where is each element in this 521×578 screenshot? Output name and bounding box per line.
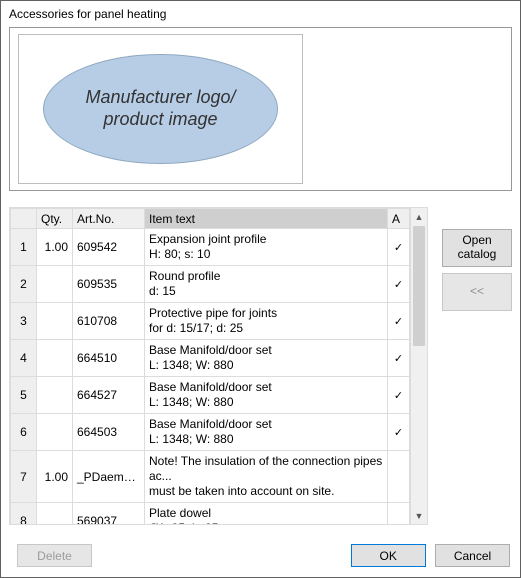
grid-header-row: Qty. Art.No. Item text A	[11, 209, 410, 229]
cell-qty[interactable]	[37, 377, 73, 414]
cell-rownum[interactable]: 3	[11, 303, 37, 340]
cell-rownum[interactable]: 4	[11, 340, 37, 377]
image-placeholder: Manufacturer logo/ product image	[43, 54, 278, 164]
cell-itemtext[interactable]: Expansion joint profileH: 80; s: 10	[145, 229, 388, 266]
cell-qty[interactable]: 1.00	[37, 451, 73, 503]
cell-rownum[interactable]: 2	[11, 266, 37, 303]
delete-button: Delete	[17, 544, 92, 567]
cell-artno[interactable]: 609542	[73, 229, 145, 266]
dialog-body: Manufacturer logo/ product image	[1, 27, 520, 533]
cell-a[interactable]: ✓	[388, 340, 410, 377]
dialog-footer: Delete OK Cancel	[1, 533, 520, 577]
grid-scrollbar[interactable]: ▲ ▼	[410, 208, 427, 524]
cell-a[interactable]: ✓	[388, 229, 410, 266]
scroll-up-icon[interactable]: ▲	[411, 208, 427, 225]
dialog-window: Accessories for panel heating Manufactur…	[0, 0, 521, 578]
cell-a[interactable]	[388, 451, 410, 503]
cell-itemtext[interactable]: Base Manifold/door setL: 1348; W: 880	[145, 377, 388, 414]
cell-qty[interactable]: 1.00	[37, 229, 73, 266]
ok-button[interactable]: OK	[351, 544, 426, 567]
footer-left: Delete	[11, 544, 92, 567]
cell-a[interactable]: ✓	[388, 303, 410, 340]
col-header-rownum[interactable]	[11, 209, 37, 229]
col-header-a[interactable]: A	[388, 209, 410, 229]
col-header-artno[interactable]: Art.No.	[73, 209, 145, 229]
accessories-grid[interactable]: Qty. Art.No. Item text A 11.00609542Expa…	[9, 207, 428, 525]
table-row[interactable]: 11.00609542Expansion joint profileH: 80;…	[11, 229, 410, 266]
cell-artno[interactable]: 609535	[73, 266, 145, 303]
cell-itemtext[interactable]: Note! The insulation of the connection p…	[145, 451, 388, 503]
col-header-qty[interactable]: Qty.	[37, 209, 73, 229]
cell-qty[interactable]	[37, 303, 73, 340]
side-buttons: Open catalog <<	[442, 207, 512, 525]
grid-viewport: Qty. Art.No. Item text A 11.00609542Expa…	[10, 208, 410, 524]
image-placeholder-line2: product image	[103, 109, 217, 131]
cell-itemtext[interactable]: Plate dowelØ1: 35; L: 25	[145, 503, 388, 525]
cell-a[interactable]: ✓	[388, 266, 410, 303]
image-placeholder-line1: Manufacturer logo/	[85, 87, 235, 109]
back-button: <<	[442, 273, 512, 311]
footer-right: OK Cancel	[345, 544, 510, 567]
table-row[interactable]: 71.00_PDaemAnb...Note! The insulation of…	[11, 451, 410, 503]
cell-a[interactable]: ✓	[388, 414, 410, 451]
cell-artno[interactable]: 610708	[73, 303, 145, 340]
cell-artno[interactable]: 569037	[73, 503, 145, 525]
mid-area: Qty. Art.No. Item text A 11.00609542Expa…	[9, 207, 512, 525]
cell-artno[interactable]: 664527	[73, 377, 145, 414]
cell-rownum[interactable]: 1	[11, 229, 37, 266]
cell-qty[interactable]	[37, 414, 73, 451]
cell-itemtext[interactable]: Base Manifold/door setL: 1348; W: 880	[145, 414, 388, 451]
table-row[interactable]: 4 664510Base Manifold/door setL: 1348; W:…	[11, 340, 410, 377]
cell-a[interactable]: ✓	[388, 377, 410, 414]
image-frame: Manufacturer logo/ product image	[18, 34, 303, 184]
cell-artno[interactable]: 664503	[73, 414, 145, 451]
cancel-button[interactable]: Cancel	[435, 544, 510, 567]
scroll-down-icon[interactable]: ▼	[411, 507, 427, 524]
cell-qty[interactable]	[37, 266, 73, 303]
image-panel: Manufacturer logo/ product image	[9, 27, 512, 191]
cell-itemtext[interactable]: Base Manifold/door setL: 1348; W: 880	[145, 340, 388, 377]
table-row[interactable]: 8 569037Plate dowelØ1: 35; L: 25	[11, 503, 410, 525]
cell-artno[interactable]: 664510	[73, 340, 145, 377]
cell-qty[interactable]	[37, 503, 73, 525]
cell-artno[interactable]: _PDaemAnb...	[73, 451, 145, 503]
cell-rownum[interactable]: 5	[11, 377, 37, 414]
scroll-thumb[interactable]	[413, 226, 425, 346]
open-catalog-button[interactable]: Open catalog	[442, 229, 512, 267]
table-row[interactable]: 6 664503Base Manifold/door setL: 1348; W:…	[11, 414, 410, 451]
cell-itemtext[interactable]: Protective pipe for jointsfor d: 15/17; …	[145, 303, 388, 340]
col-header-itemtext[interactable]: Item text	[145, 209, 388, 229]
cell-rownum[interactable]: 8	[11, 503, 37, 525]
cell-qty[interactable]	[37, 340, 73, 377]
dialog-title: Accessories for panel heating	[1, 1, 520, 27]
table-row[interactable]: 3 610708Protective pipe for jointsfor d: …	[11, 303, 410, 340]
cell-rownum[interactable]: 6	[11, 414, 37, 451]
cell-rownum[interactable]: 7	[11, 451, 37, 503]
cell-a[interactable]	[388, 503, 410, 525]
table-row[interactable]: 2 609535Round profiled: 15✓	[11, 266, 410, 303]
grid-table: Qty. Art.No. Item text A 11.00609542Expa…	[10, 208, 410, 524]
cell-itemtext[interactable]: Round profiled: 15	[145, 266, 388, 303]
table-row[interactable]: 5 664527Base Manifold/door setL: 1348; W:…	[11, 377, 410, 414]
